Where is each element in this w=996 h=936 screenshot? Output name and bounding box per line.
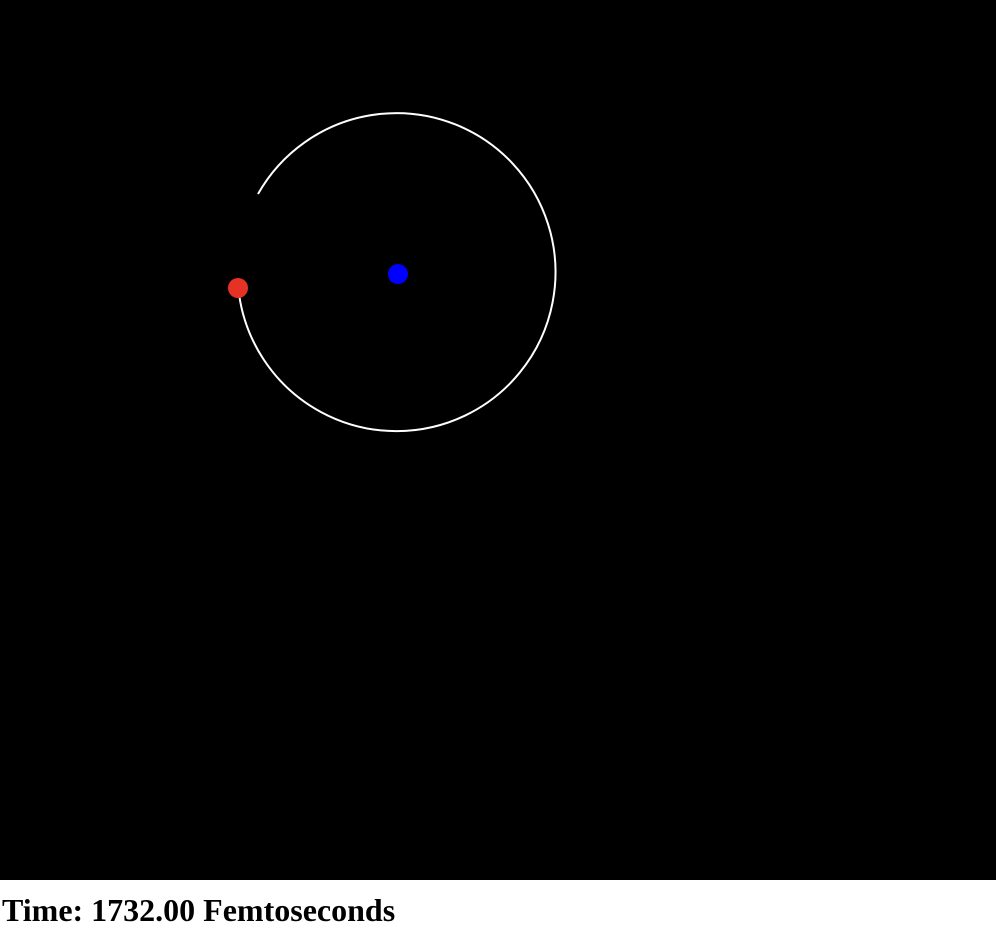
nucleus xyxy=(388,264,408,284)
orbit-scene xyxy=(228,112,557,433)
time-value: 1732.00 xyxy=(91,892,196,928)
simulation-canvas xyxy=(0,0,996,880)
time-readout: Time: 1732.00 Femtoseconds xyxy=(2,892,395,928)
simulation-window: Time: 1732.00 Femtoseconds xyxy=(0,0,996,936)
electron xyxy=(228,278,248,298)
status-bar: Time: 1732.00 Femtoseconds xyxy=(0,880,996,936)
time-label: Time: xyxy=(2,892,84,928)
time-unit: Femtoseconds xyxy=(203,892,396,928)
